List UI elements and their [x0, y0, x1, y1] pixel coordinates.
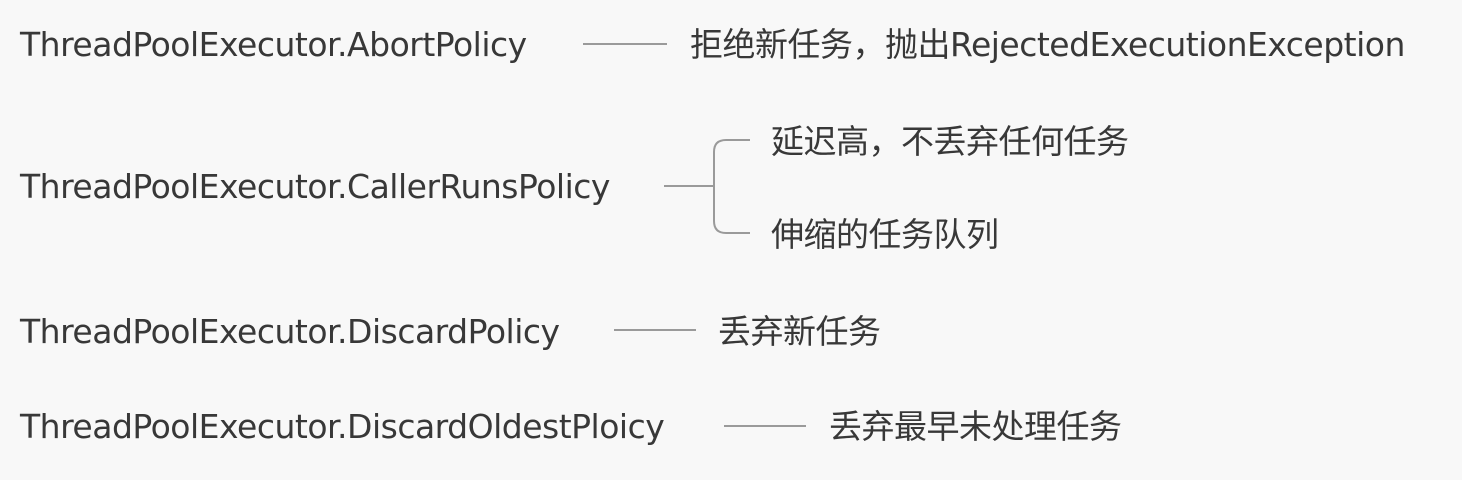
connector-layer	[583, 43, 806, 427]
connector-caller-runs-bracket	[713, 139, 750, 234]
